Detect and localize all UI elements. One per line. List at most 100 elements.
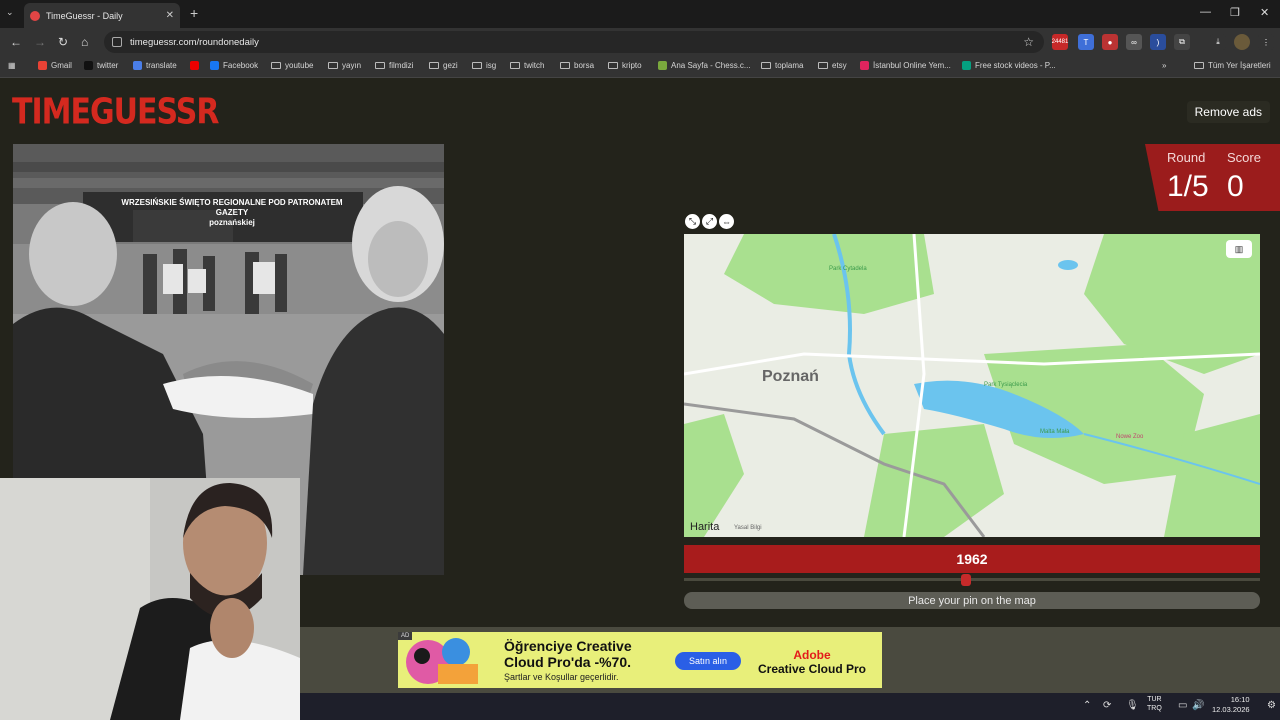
- language-indicator[interactable]: TUR TRQ: [1147, 695, 1162, 713]
- extension-icon-2[interactable]: ∞: [1126, 34, 1142, 50]
- map-tools: ⤡ ⤢ ⇔: [685, 214, 734, 229]
- forward-icon[interactable]: →: [34, 35, 46, 49]
- tray-chevron-icon[interactable]: ⌃: [1083, 700, 1091, 711]
- bookmark-item[interactable]: Gmail: [38, 61, 72, 70]
- bookmarks-overflow-icon[interactable]: »: [1162, 61, 1166, 70]
- folder-icon: [761, 62, 771, 69]
- year-display: 1962: [684, 545, 1260, 573]
- bookmark-item[interactable]: filmdizi: [375, 61, 413, 70]
- restore-icon[interactable]: ❐: [1230, 6, 1240, 19]
- bookmark-label: kripto: [622, 61, 642, 70]
- pin-map-icon[interactable]: ⇔: [719, 214, 734, 229]
- bookmark-item[interactable]: Facebook: [210, 61, 258, 70]
- bookmark-item[interactable]: Free stock videos - P...: [962, 61, 1056, 70]
- profile-avatar[interactable]: [1234, 34, 1250, 50]
- bookmark-item[interactable]: youtube: [271, 61, 313, 70]
- round-label: Round: [1167, 150, 1206, 165]
- pexels-icon: [962, 61, 971, 70]
- gmail-icon: [38, 61, 47, 70]
- tray-notification-icon[interactable]: ⚙: [1267, 700, 1276, 711]
- map-attribution-text: Harita: [690, 521, 720, 533]
- reload-icon[interactable]: ↻: [58, 35, 68, 49]
- address-bar[interactable]: timeguessr.com/roundonedaily ☆: [104, 31, 1044, 53]
- bookmark-item[interactable]: isg: [472, 61, 496, 70]
- bookmark-star-icon[interactable]: ☆: [1023, 35, 1034, 49]
- guess-map[interactable]: Poznań Park Cytadela Park Tysiąclecia Ma…: [684, 234, 1260, 537]
- bookmark-label: youtube: [285, 61, 314, 70]
- minimize-icon[interactable]: —: [1200, 6, 1211, 18]
- tab-search-icon[interactable]: ⌄: [6, 7, 14, 18]
- tray-mic-icon[interactable]: 🎙: [1126, 700, 1139, 711]
- apps-grid-icon[interactable]: ▦: [8, 61, 16, 70]
- translate-extension-icon[interactable]: T: [1078, 34, 1094, 50]
- browser-toolbar: ← → ↻ ⌂ timeguessr.com/roundonedaily ☆ 2…: [0, 28, 1280, 56]
- language-line-1: TUR: [1147, 696, 1162, 703]
- bookmark-item[interactable]: gezi: [429, 61, 458, 70]
- clock-time: 16:10: [1230, 695, 1250, 704]
- x-icon: [84, 61, 93, 70]
- extension-badge-icon[interactable]: 24481: [1052, 34, 1068, 50]
- all-bookmarks-folder[interactable]: Tüm Yer İşaretleri: [1194, 61, 1271, 70]
- webcam-feed: [0, 478, 300, 720]
- ad-brand-adobe: Adobe: [793, 648, 831, 662]
- ad-brand: Adobe Creative Cloud Pro: [756, 648, 868, 676]
- bookmark-label: translate: [146, 61, 177, 70]
- extension-icon-3[interactable]: ): [1150, 34, 1166, 50]
- bookmark-label: twitter: [97, 61, 119, 70]
- timeguessr-logo[interactable]: TIMEGUESSR: [12, 91, 219, 133]
- photo-banner-line1: WRZESIŃSKIE ŚWIĘTO REGIONALNE POD PATRON…: [121, 198, 343, 207]
- remove-ads-button[interactable]: Remove ads: [1186, 101, 1270, 123]
- back-icon[interactable]: ←: [10, 35, 22, 49]
- site-info-icon[interactable]: [112, 37, 122, 47]
- year-slider-thumb[interactable]: [961, 574, 972, 586]
- language-line-2: TRQ: [1147, 705, 1162, 712]
- tray-network-icon[interactable]: ▭: [1178, 700, 1187, 711]
- bookmark-label: isg: [486, 61, 497, 70]
- map-attribution: Harita: [690, 521, 719, 533]
- map-type-button[interactable]: ▥: [1226, 240, 1252, 258]
- bookmark-label: Gmail: [51, 61, 72, 70]
- bookmark-item[interactable]: [190, 61, 203, 70]
- new-tab-button[interactable]: +: [190, 5, 198, 21]
- close-window-icon[interactable]: ✕: [1260, 6, 1269, 19]
- bookmark-label: İstanbul Online Yem...: [873, 61, 951, 70]
- map-legal-link[interactable]: Yasal Bilgi: [734, 525, 762, 531]
- bookmark-item[interactable]: borsa: [560, 61, 594, 70]
- bookmark-item[interactable]: twitter: [84, 61, 118, 70]
- expand-map-icon[interactable]: ⤡: [685, 214, 700, 229]
- ad-headline: Öğrenciye Creative Cloud Pro'da -%70.: [504, 638, 632, 670]
- folder-icon: [1194, 62, 1204, 69]
- bookmark-item[interactable]: kripto: [608, 61, 642, 70]
- ad-cta-button[interactable]: Satın alın: [675, 652, 741, 670]
- browser-tab-active[interactable]: TimeGuessr - Daily ✕: [24, 3, 180, 28]
- extensions-puzzle-icon[interactable]: ⧉: [1174, 34, 1190, 50]
- bookmark-item[interactable]: twitch: [510, 61, 544, 70]
- place-pin-button[interactable]: Place your pin on the map: [684, 592, 1260, 609]
- download-icon[interactable]: ⤓: [1210, 34, 1226, 50]
- ad-tag: AD: [398, 632, 413, 640]
- tab-close-icon[interactable]: ✕: [166, 10, 174, 21]
- score-label: Score: [1227, 150, 1261, 165]
- bookmark-item[interactable]: translate: [133, 61, 177, 70]
- bookmark-item[interactable]: İstanbul Online Yem...: [860, 61, 951, 70]
- bookmark-item[interactable]: yayın: [328, 61, 361, 70]
- bookmark-item[interactable]: toplama: [761, 61, 803, 70]
- bookmark-label: Ana Sayfa - Chess.c...: [671, 61, 751, 70]
- browser-menu-icon[interactable]: ⋮: [1258, 34, 1274, 50]
- folder-icon: [560, 62, 570, 69]
- tray-volume-icon[interactable]: 🔊: [1192, 700, 1204, 711]
- system-clock[interactable]: 16:10 12.03.2026: [1212, 695, 1250, 715]
- bookmark-label: etsy: [832, 61, 847, 70]
- ad-banner[interactable]: AD Öğrenciye Creative Cloud Pro'da -%70.…: [398, 632, 882, 688]
- tray-sync-icon[interactable]: ⟳: [1103, 700, 1111, 711]
- facebook-icon: [210, 61, 219, 70]
- bookmark-item[interactable]: Ana Sayfa - Chess.c...: [658, 61, 751, 70]
- extension-icon[interactable]: ●: [1102, 34, 1118, 50]
- photo-banner-text: WRZESIŃSKIE ŚWIĘTO REGIONALNE POD PATRON…: [97, 198, 367, 228]
- folder-icon: [375, 62, 385, 69]
- bookmark-item[interactable]: etsy: [818, 61, 847, 70]
- shrink-map-icon[interactable]: ⤢: [702, 214, 717, 229]
- home-icon[interactable]: ⌂: [81, 35, 88, 49]
- year-slider-track[interactable]: [684, 578, 1260, 581]
- all-bookmarks-label: Tüm Yer İşaretleri: [1208, 61, 1271, 70]
